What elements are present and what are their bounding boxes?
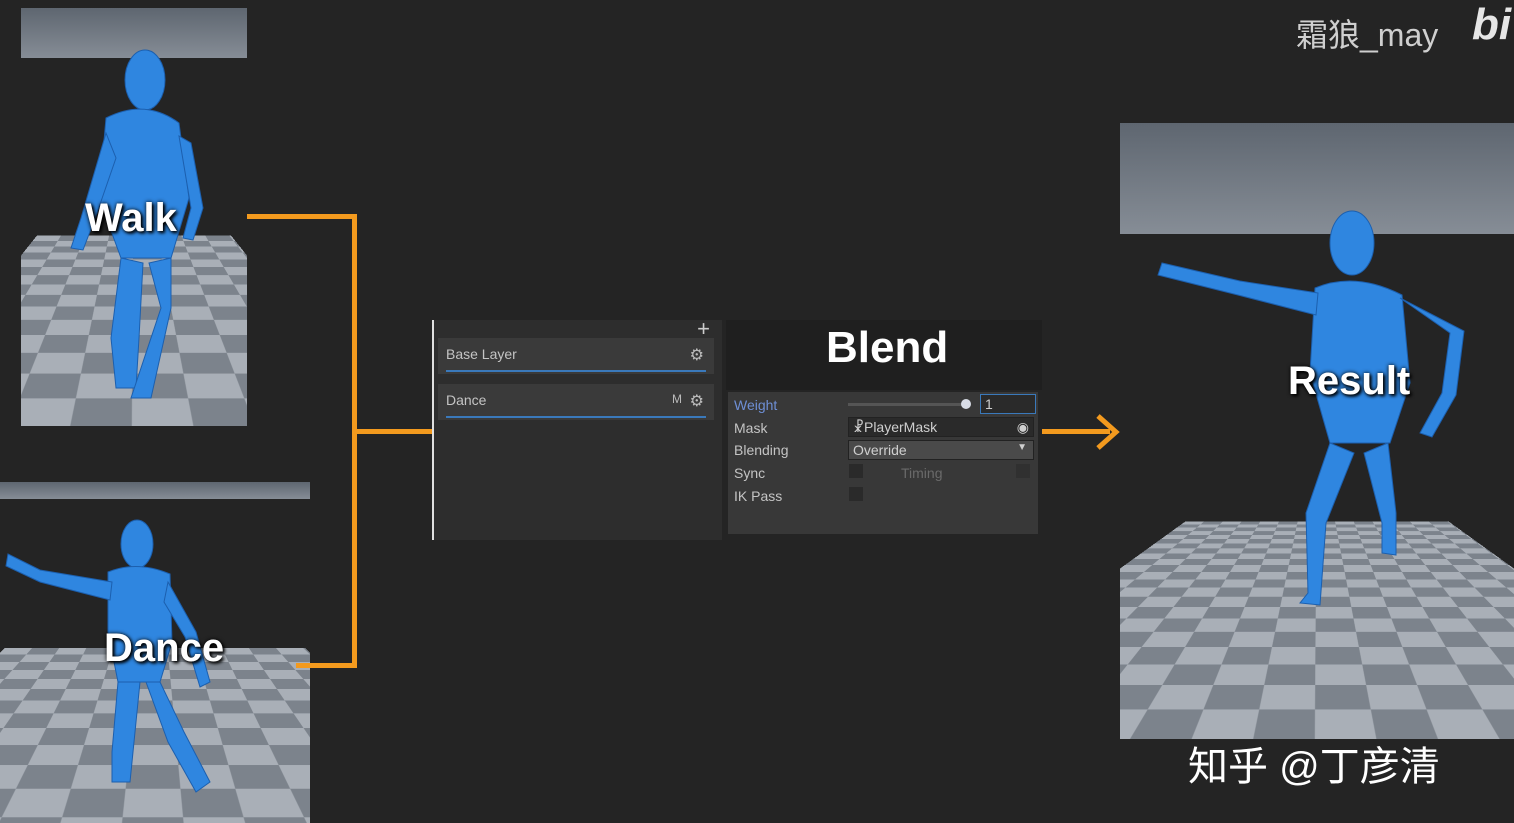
result-preview: Result — [1120, 123, 1514, 739]
dance-connector-h — [296, 663, 357, 668]
blend-title: Blend — [826, 323, 949, 372]
ikpass-checkbox[interactable] — [849, 487, 863, 501]
blending-value: Override — [853, 442, 907, 458]
bilibili-logo-icon: bi — [1472, 0, 1512, 49]
merge-connector-h — [352, 429, 432, 434]
weight-slider-handle[interactable] — [961, 399, 971, 409]
result-label: Result — [1288, 359, 1411, 403]
layer-item-base[interactable]: Base Layer ⚙ — [438, 338, 714, 374]
layer-name-dance: Dance — [446, 392, 487, 408]
weight-label: Weight — [734, 397, 778, 413]
result-arrow-head — [1096, 414, 1120, 450]
blending-dropdown[interactable]: Override ▼ — [848, 440, 1034, 460]
blending-label: Blending — [734, 442, 789, 458]
layer-settings-panel: Weight 1 Mask ☧PlayerMask ◉ Blending Ove… — [728, 392, 1038, 534]
dance-label: Dance — [104, 626, 225, 670]
weight-input[interactable]: 1 — [980, 394, 1036, 414]
layer-name-base: Base Layer — [446, 346, 517, 362]
gear-icon[interactable]: ⚙ — [690, 345, 704, 365]
result-figure — [1157, 210, 1465, 606]
gear-icon[interactable]: ⚙ — [690, 391, 704, 411]
layer-weight-bar — [446, 416, 706, 418]
layers-panel: + Base Layer ⚙ Dance M ⚙ — [432, 316, 722, 540]
dance-preview: Dance — [0, 482, 310, 823]
avatar-mask-icon: ☧ — [853, 419, 864, 435]
walk-connector-h — [247, 214, 357, 219]
walk-label: Walk — [85, 196, 177, 240]
zhihu-watermark: 知乎 @丁彦清 — [1188, 745, 1440, 789]
mask-field[interactable]: ☧PlayerMask ◉ — [848, 417, 1034, 437]
chevron-down-icon: ▼ — [1017, 442, 1027, 453]
sync-checkbox[interactable] — [849, 464, 863, 478]
timing-label: Timing — [901, 465, 943, 481]
mask-label: Mask — [734, 420, 768, 436]
sync-label: Sync — [734, 465, 766, 481]
mask-value: PlayerMask — [863, 419, 938, 435]
layer-item-dance[interactable]: Dance M ⚙ — [438, 384, 714, 420]
object-picker-icon[interactable]: ◉ — [1017, 419, 1029, 436]
layer-weight-bar — [446, 370, 706, 372]
author-watermark: 霜狼_may — [1296, 17, 1439, 53]
ikpass-label: IK Pass — [734, 488, 783, 504]
timing-checkbox[interactable] — [1016, 464, 1030, 478]
mask-badge: M — [672, 392, 682, 406]
connector-vertical — [352, 214, 357, 668]
weight-slider[interactable] — [848, 399, 971, 409]
walk-preview: Walk — [21, 8, 247, 426]
